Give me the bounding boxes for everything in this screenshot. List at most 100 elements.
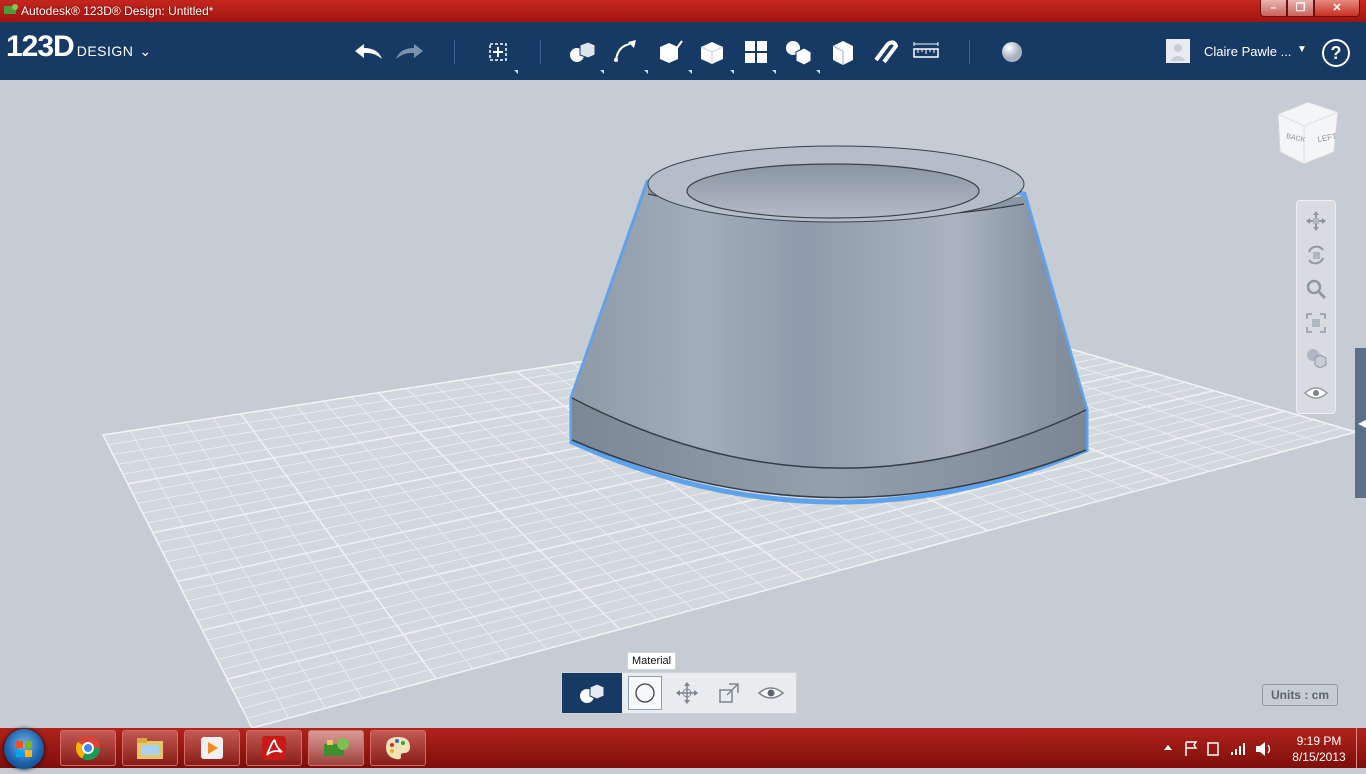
context-object-button[interactable] xyxy=(562,673,622,713)
system-tray-icons xyxy=(1164,741,1271,756)
viewcube[interactable]: LEFT BACK xyxy=(1274,100,1340,170)
paint-palette-icon xyxy=(386,737,410,760)
transform-icon xyxy=(489,43,507,61)
transform-menu-arrow xyxy=(514,70,518,74)
taskbar-paint[interactable] xyxy=(370,730,426,766)
undo-button[interactable] xyxy=(352,36,384,68)
avatar[interactable] xyxy=(1166,39,1190,63)
grouping-menu-arrow xyxy=(816,70,820,74)
grouping-icon xyxy=(786,41,812,66)
construct-button[interactable] xyxy=(654,36,686,68)
user-menu-dropdown-icon[interactable]: ▼ xyxy=(1297,44,1307,55)
modify-icon xyxy=(700,42,724,64)
measure-button[interactable] xyxy=(910,36,942,68)
help-button[interactable]: ? xyxy=(1322,39,1350,67)
pan-icon xyxy=(1306,211,1326,231)
selected-cone-object[interactable] xyxy=(569,145,1089,505)
volume-icon xyxy=(1256,742,1265,756)
taskbar-123d-design[interactable] xyxy=(308,730,364,766)
snap-button[interactable] xyxy=(868,36,900,68)
close-button[interactable]: ✕ xyxy=(1314,0,1360,17)
chevron-left-icon[interactable]: ◀ xyxy=(1358,416,1366,430)
primitives-icon xyxy=(580,683,605,703)
transform-button[interactable] xyxy=(482,36,514,68)
navigation-bar xyxy=(1296,200,1336,414)
clock-time: 9:19 PM xyxy=(1296,734,1342,748)
app-menu-logo[interactable]: 123D DESIGN ⌄ xyxy=(6,30,151,64)
restore-icon: ❐ xyxy=(1295,2,1306,14)
folder-icon xyxy=(137,738,163,759)
chevron-down-icon: ⌄ xyxy=(139,43,152,59)
main-toolbar: 123D DESIGN ⌄ Claire Pawle ... ▼ ? xyxy=(0,22,1366,80)
pattern-button[interactable] xyxy=(740,36,772,68)
view-mode-icon xyxy=(1307,349,1327,368)
windows-logo-icon xyxy=(16,741,32,757)
orbit-icon xyxy=(1308,245,1324,265)
hide-button[interactable] xyxy=(754,676,788,710)
123d-design-icon xyxy=(324,738,349,756)
context-toolbar xyxy=(561,672,797,714)
construct-icon xyxy=(660,40,683,63)
sketch-menu-arrow xyxy=(644,70,648,74)
eye-icon xyxy=(758,687,784,699)
fit-button[interactable] xyxy=(1302,309,1330,337)
minimize-button[interactable]: – xyxy=(1260,0,1287,17)
combine-icon xyxy=(832,41,853,65)
toolbar-separator xyxy=(969,40,970,64)
scale-icon xyxy=(719,683,739,703)
zoom-icon xyxy=(1306,279,1327,300)
adobe-reader-icon xyxy=(262,736,286,760)
units-indicator[interactable]: Units : cm xyxy=(1262,684,1338,706)
ruler-icon xyxy=(913,42,939,58)
chrome-icon xyxy=(75,736,100,761)
taskbar-file-explorer[interactable] xyxy=(122,730,178,766)
window-titlebar: Autodesk® 123D® Design: Untitled* – ❐ ✕ xyxy=(0,0,1366,22)
orbit-button[interactable] xyxy=(1302,241,1330,269)
system-tray xyxy=(1160,736,1280,760)
logo-number: 123D xyxy=(6,30,75,63)
user-name[interactable]: Claire Pawle ... xyxy=(1204,44,1291,59)
minimize-icon: – xyxy=(1270,2,1277,14)
modify-menu-arrow xyxy=(730,70,734,74)
scene-canvas[interactable] xyxy=(0,80,1366,728)
primitives-menu-arrow xyxy=(600,70,604,74)
taskbar-chrome[interactable] xyxy=(60,730,116,766)
modify-button[interactable] xyxy=(696,36,728,68)
taskbar-media-player[interactable] xyxy=(184,730,240,766)
redo-button[interactable] xyxy=(394,36,426,68)
material-toolbar-button[interactable] xyxy=(996,36,1028,68)
taskbar-clock[interactable]: 9:19 PM 8/15/2013 xyxy=(1290,733,1348,765)
sketch-button[interactable] xyxy=(610,36,642,68)
magnet-icon xyxy=(874,40,898,64)
maximize-button[interactable]: ❐ xyxy=(1287,0,1314,17)
toolbar-separator xyxy=(454,40,455,64)
view-mode-button[interactable] xyxy=(1302,343,1330,371)
primitives-button[interactable] xyxy=(566,36,598,68)
undo-icon xyxy=(355,44,382,59)
construct-menu-arrow xyxy=(688,70,692,74)
material-button[interactable] xyxy=(628,676,662,710)
show-hidden-icons-icon xyxy=(1164,745,1172,750)
move-button[interactable] xyxy=(670,676,704,710)
pan-button[interactable] xyxy=(1302,207,1330,235)
visibility-button[interactable] xyxy=(1302,379,1330,407)
fit-icon xyxy=(1306,313,1326,333)
material-sphere-icon xyxy=(1002,42,1022,62)
show-desktop-button[interactable] xyxy=(1356,728,1366,768)
grouping-button[interactable] xyxy=(782,36,814,68)
media-player-icon xyxy=(201,737,223,759)
taskbar-adobe-reader[interactable] xyxy=(246,730,302,766)
app-icon xyxy=(4,4,18,14)
network-signal-icon xyxy=(1231,743,1245,755)
start-button[interactable] xyxy=(4,729,44,769)
eye-icon xyxy=(1304,387,1328,399)
scale-button[interactable] xyxy=(712,676,746,710)
combine-button[interactable] xyxy=(826,36,858,68)
3d-viewport[interactable]: LEFT BACK ◀ Units : cm Material xyxy=(0,80,1366,728)
windows-taskbar: 9:19 PM 8/15/2013 xyxy=(0,728,1366,769)
material-tooltip: Material xyxy=(627,652,677,670)
user-icon xyxy=(1170,44,1186,61)
close-icon: ✕ xyxy=(1332,2,1342,14)
move-icon xyxy=(676,682,698,704)
zoom-button[interactable] xyxy=(1302,275,1330,303)
